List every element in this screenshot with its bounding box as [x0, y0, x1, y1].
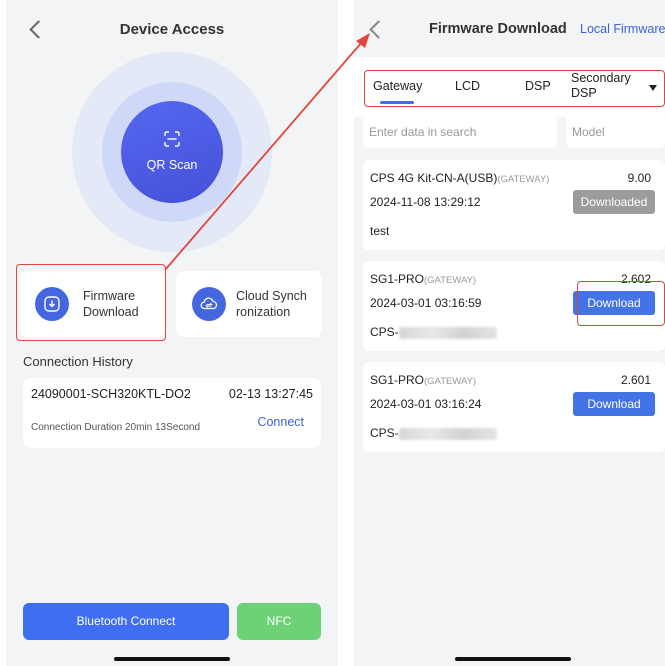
local-firmware-link[interactable]: Local Firmware — [580, 22, 665, 36]
history-item: 24090001-SCH320KTL-DO2 02-13 13:27:45 Co… — [23, 378, 321, 448]
history-duration: Connection Duration 20min 13Second — [31, 422, 200, 433]
connection-history-title: Connection History — [23, 354, 133, 369]
redacted-text — [398, 427, 497, 440]
firmware-description: CPS- — [370, 325, 497, 339]
cloud-sync-icon — [192, 287, 226, 321]
firmware-date: 2024-11-08 13:29:12 — [370, 195, 481, 209]
model-filter[interactable]: Model — [566, 114, 665, 148]
firmware-name: SG1-PRO(GATEWAY) — [370, 373, 477, 387]
firmware-date: 2024-03-01 03:16:59 — [370, 296, 482, 310]
qr-scan-label: QR Scan — [146, 158, 198, 172]
firmware-name: CPS 4G Kit-CN-A(USB)(GATEWAY) — [370, 171, 550, 185]
back-icon[interactable] — [366, 18, 388, 42]
download-button[interactable]: Download — [573, 392, 655, 416]
history-time: 02-13 13:27:45 — [228, 387, 313, 401]
firmware-name: SG1-PRO(GATEWAY) — [370, 272, 477, 286]
download-button-highlight — [577, 281, 665, 326]
tabs-highlight — [364, 70, 665, 107]
bluetooth-connect-button[interactable]: Bluetooth Connect — [23, 603, 229, 640]
firmware-download-screen: Firmware Download Local Firmware Gateway… — [354, 0, 665, 666]
firmware-tag: (GATEWAY) — [497, 174, 550, 185]
search-input[interactable]: Enter data in search — [363, 114, 557, 148]
home-indicator — [455, 657, 571, 661]
cloud-sync-label: Cloud Synch ronization — [236, 289, 307, 319]
home-indicator — [114, 657, 230, 661]
scan-icon — [164, 131, 180, 147]
firmware-card: CPS 4G Kit-CN-A(USB)(GATEWAY) 9.00 2024-… — [363, 160, 665, 250]
firmware-description: test — [370, 224, 390, 238]
firmware-description: CPS- — [370, 426, 497, 440]
page-title: Firmware Download — [429, 21, 567, 37]
firmware-version: 2.601 — [620, 373, 651, 387]
cloud-sync-tile[interactable]: Cloud Synch ronization — [176, 271, 322, 337]
firmware-version: 9.00 — [627, 171, 651, 185]
device-access-screen: Device Access QR Scan Firmware Download — [6, 0, 338, 666]
nfc-button[interactable]: NFC — [237, 603, 321, 640]
qr-scan-button[interactable]: QR Scan — [121, 101, 223, 203]
connect-link[interactable]: Connect — [257, 415, 304, 429]
firmware-card: SG1-PRO(GATEWAY) 2.601 2024-03-01 03:16:… — [363, 362, 665, 452]
history-device-name: 24090001-SCH320KTL-DO2 — [31, 387, 191, 401]
firmware-tile-highlight — [16, 264, 166, 341]
redacted-text — [398, 326, 497, 339]
firmware-date: 2024-03-01 03:16:24 — [370, 397, 482, 411]
firmware-tag: (GATEWAY) — [424, 376, 477, 387]
downloaded-button: Downloaded — [573, 190, 655, 214]
page-title: Device Access — [119, 21, 225, 38]
firmware-tag: (GATEWAY) — [424, 275, 477, 286]
